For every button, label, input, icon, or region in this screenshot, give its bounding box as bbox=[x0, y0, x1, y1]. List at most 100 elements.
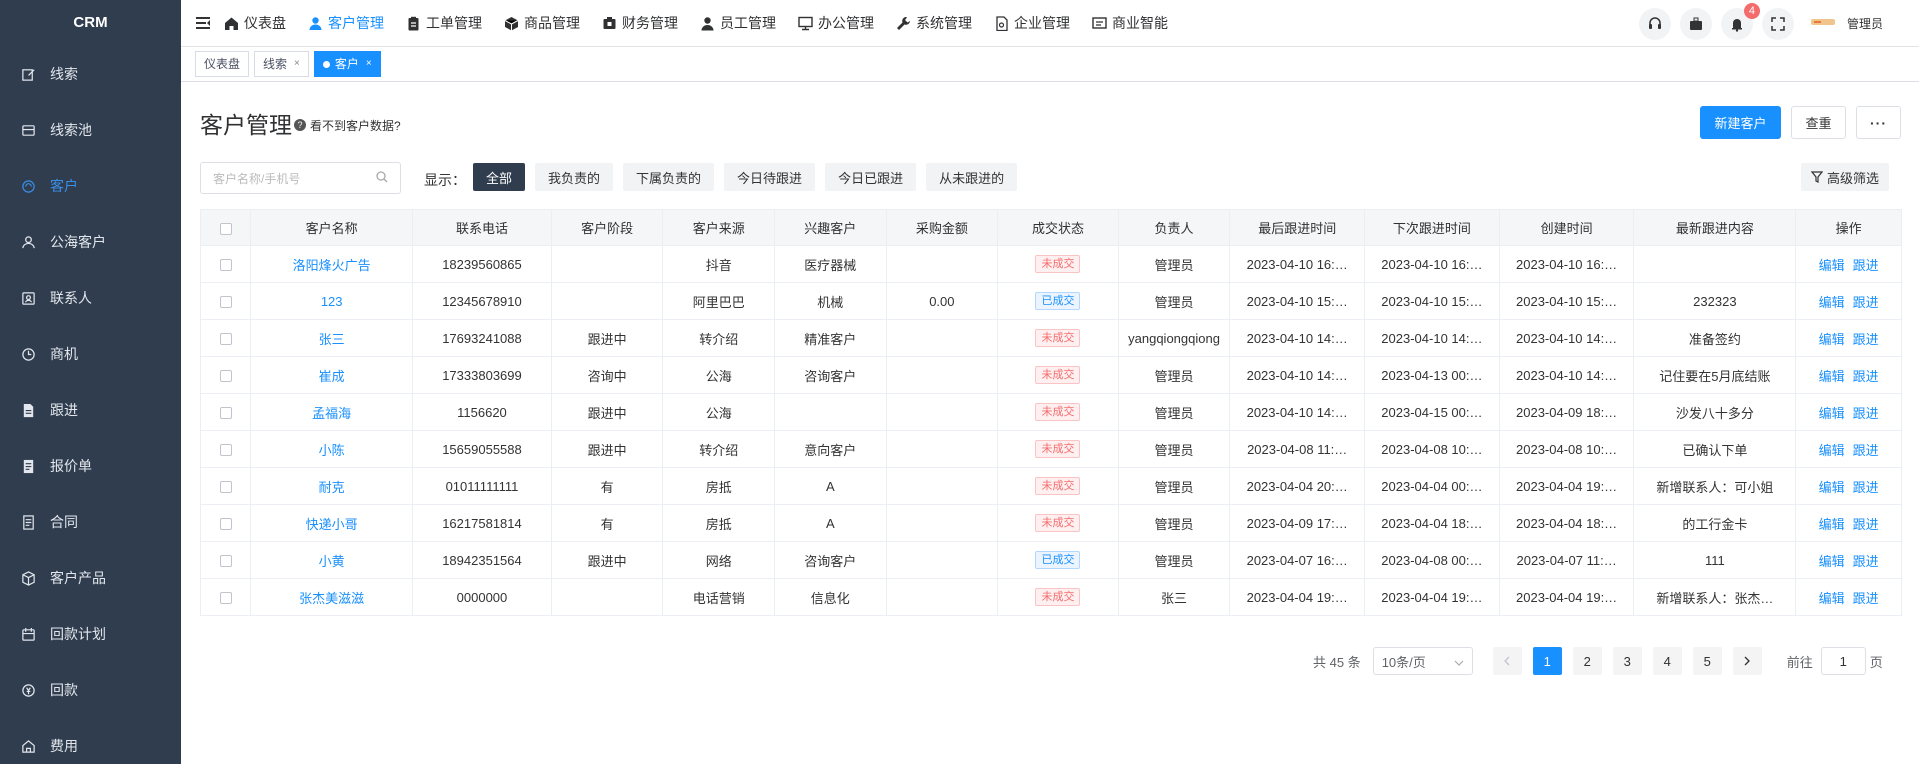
row-checkbox[interactable] bbox=[219, 407, 232, 420]
row-checkbox[interactable] bbox=[219, 518, 232, 531]
close-icon[interactable]: × bbox=[294, 52, 300, 76]
edit-link[interactable]: 编辑 bbox=[1819, 295, 1845, 310]
customer-name-link[interactable]: 123 bbox=[321, 294, 343, 309]
help-link[interactable]: 看不到客户数据? bbox=[310, 117, 401, 134]
column-header[interactable]: 成交状态 bbox=[997, 209, 1119, 246]
top-nav-item[interactable]: 商业智能 bbox=[1092, 13, 1168, 33]
question-icon[interactable]: ? bbox=[294, 119, 306, 131]
top-nav-item[interactable]: 财务管理 bbox=[602, 13, 678, 33]
filter-button[interactable]: 全部 bbox=[473, 163, 526, 191]
edit-link[interactable]: 编辑 bbox=[1819, 517, 1845, 532]
page-number-button[interactable]: 2 bbox=[1572, 647, 1602, 675]
tab-0[interactable]: 仪表盘 bbox=[195, 51, 250, 77]
menu-toggle-icon[interactable] bbox=[196, 15, 216, 31]
headset-icon[interactable] bbox=[1638, 7, 1671, 40]
edit-link[interactable]: 编辑 bbox=[1819, 591, 1845, 606]
top-nav-item[interactable]: 员工管理 bbox=[700, 13, 776, 33]
search-icon[interactable] bbox=[376, 170, 388, 186]
top-nav-item[interactable]: 系统管理 bbox=[896, 13, 972, 33]
column-header[interactable]: 客户阶段 bbox=[550, 209, 664, 246]
sidebar-item[interactable]: 线索 bbox=[0, 46, 181, 102]
follow-link[interactable]: 跟进 bbox=[1853, 406, 1879, 421]
follow-link[interactable]: 跟进 bbox=[1853, 258, 1879, 273]
edit-link[interactable]: 编辑 bbox=[1819, 443, 1845, 458]
follow-link[interactable]: 跟进 bbox=[1853, 554, 1879, 569]
briefcase-icon[interactable] bbox=[1679, 7, 1712, 40]
sidebar-item[interactable]: 报价单 bbox=[0, 438, 181, 494]
tab-2[interactable]: 客户 × bbox=[313, 51, 381, 77]
top-nav-item[interactable]: 仪表盘 bbox=[224, 13, 286, 33]
sidebar-item[interactable]: 公海客户 bbox=[0, 214, 181, 270]
row-checkbox[interactable] bbox=[219, 481, 232, 494]
page-number-button[interactable]: 4 bbox=[1652, 647, 1682, 675]
new-customer-button[interactable]: 新建客户 bbox=[1700, 106, 1781, 139]
more-button[interactable]: ··· bbox=[1856, 106, 1901, 139]
top-nav-item[interactable]: 商品管理 bbox=[504, 13, 580, 33]
filter-button[interactable]: 从未跟进的 bbox=[926, 163, 1018, 191]
column-header[interactable]: 采购金额 bbox=[885, 209, 999, 246]
customer-name-link[interactable]: 张三 bbox=[319, 332, 345, 347]
row-checkbox[interactable] bbox=[219, 333, 232, 346]
top-nav-item[interactable]: 客户管理 bbox=[308, 13, 384, 33]
page-number-button[interactable]: 5 bbox=[1692, 647, 1722, 675]
column-header[interactable]: 最新跟进内容 bbox=[1633, 209, 1797, 246]
sidebar-item[interactable]: 合同 bbox=[0, 494, 181, 550]
admin-name[interactable]: 管理员 bbox=[1847, 15, 1883, 32]
select-all-checkbox[interactable] bbox=[219, 222, 232, 235]
row-checkbox[interactable] bbox=[219, 592, 232, 605]
column-header[interactable]: 操作 bbox=[1795, 209, 1902, 246]
bell-icon[interactable]: 4 bbox=[1720, 2, 1760, 40]
follow-link[interactable]: 跟进 bbox=[1853, 332, 1879, 347]
filter-button[interactable]: 今日已跟进 bbox=[825, 163, 917, 191]
edit-link[interactable]: 编辑 bbox=[1819, 554, 1845, 569]
top-nav-item[interactable]: 企业管理 bbox=[994, 13, 1070, 33]
sidebar-item[interactable]: 商机 bbox=[0, 326, 181, 382]
page-number-button[interactable]: 3 bbox=[1612, 647, 1642, 675]
filter-button[interactable]: 我负责的 bbox=[535, 163, 614, 191]
column-header[interactable]: 下次跟进时间 bbox=[1364, 209, 1500, 246]
customer-name-link[interactable]: 崔成 bbox=[319, 369, 345, 384]
tab-1[interactable]: 线索 × bbox=[254, 51, 309, 77]
sidebar-item[interactable]: 联系人 bbox=[0, 270, 181, 326]
edit-link[interactable]: 编辑 bbox=[1819, 258, 1845, 273]
sidebar-item[interactable]: 费用 bbox=[0, 718, 181, 764]
sidebar-item[interactable]: 客户产品 bbox=[0, 550, 181, 606]
column-header[interactable]: 创建时间 bbox=[1498, 209, 1635, 246]
prev-page-button[interactable] bbox=[1492, 647, 1522, 675]
row-checkbox[interactable] bbox=[219, 555, 232, 568]
column-header[interactable]: 最后跟进时间 bbox=[1229, 209, 1366, 246]
customer-name-link[interactable]: 快递小哥 bbox=[306, 517, 358, 532]
edit-link[interactable]: 编辑 bbox=[1819, 406, 1845, 421]
close-icon[interactable]: × bbox=[366, 52, 372, 76]
row-checkbox[interactable] bbox=[219, 444, 232, 457]
follow-link[interactable]: 跟进 bbox=[1853, 517, 1879, 532]
column-header[interactable]: 联系电话 bbox=[412, 209, 552, 246]
row-checkbox[interactable] bbox=[219, 370, 232, 383]
customer-name-link[interactable]: 小黄 bbox=[319, 554, 345, 569]
edit-link[interactable]: 编辑 bbox=[1819, 369, 1845, 384]
column-header[interactable]: 兴趣客户 bbox=[773, 209, 887, 246]
filter-button[interactable]: 下属负责的 bbox=[623, 163, 715, 191]
column-header[interactable]: 客户来源 bbox=[662, 209, 775, 246]
goto-page-input[interactable]: 1 bbox=[1820, 647, 1866, 675]
sidebar-item[interactable]: 跟进 bbox=[0, 382, 181, 438]
customer-name-link[interactable]: 张杰美滋滋 bbox=[299, 591, 364, 606]
edit-link[interactable]: 编辑 bbox=[1819, 332, 1845, 347]
next-page-button[interactable] bbox=[1732, 647, 1762, 675]
top-nav-item[interactable]: 办公管理 bbox=[798, 13, 874, 33]
sidebar-item[interactable]: 回款 bbox=[0, 662, 181, 718]
filter-button[interactable]: 今日待跟进 bbox=[724, 163, 816, 191]
follow-link[interactable]: 跟进 bbox=[1853, 591, 1879, 606]
advanced-filter-button[interactable]: 高级筛选 bbox=[1801, 163, 1890, 191]
follow-link[interactable]: 跟进 bbox=[1853, 443, 1879, 458]
column-header[interactable]: 负责人 bbox=[1117, 209, 1231, 246]
customer-name-link[interactable]: 洛阳烽火广告 bbox=[293, 258, 371, 273]
fullscreen-icon[interactable] bbox=[1761, 7, 1794, 40]
column-header[interactable]: 客户名称 bbox=[250, 209, 414, 246]
row-checkbox[interactable] bbox=[219, 259, 232, 272]
duplicate-check-button[interactable]: 查重 bbox=[1791, 106, 1846, 139]
customer-name-link[interactable]: 孟福海 bbox=[312, 406, 351, 421]
follow-link[interactable]: 跟进 bbox=[1853, 480, 1879, 495]
edit-link[interactable]: 编辑 bbox=[1819, 480, 1845, 495]
search-input[interactable]: 客户名称/手机号 bbox=[200, 162, 401, 194]
